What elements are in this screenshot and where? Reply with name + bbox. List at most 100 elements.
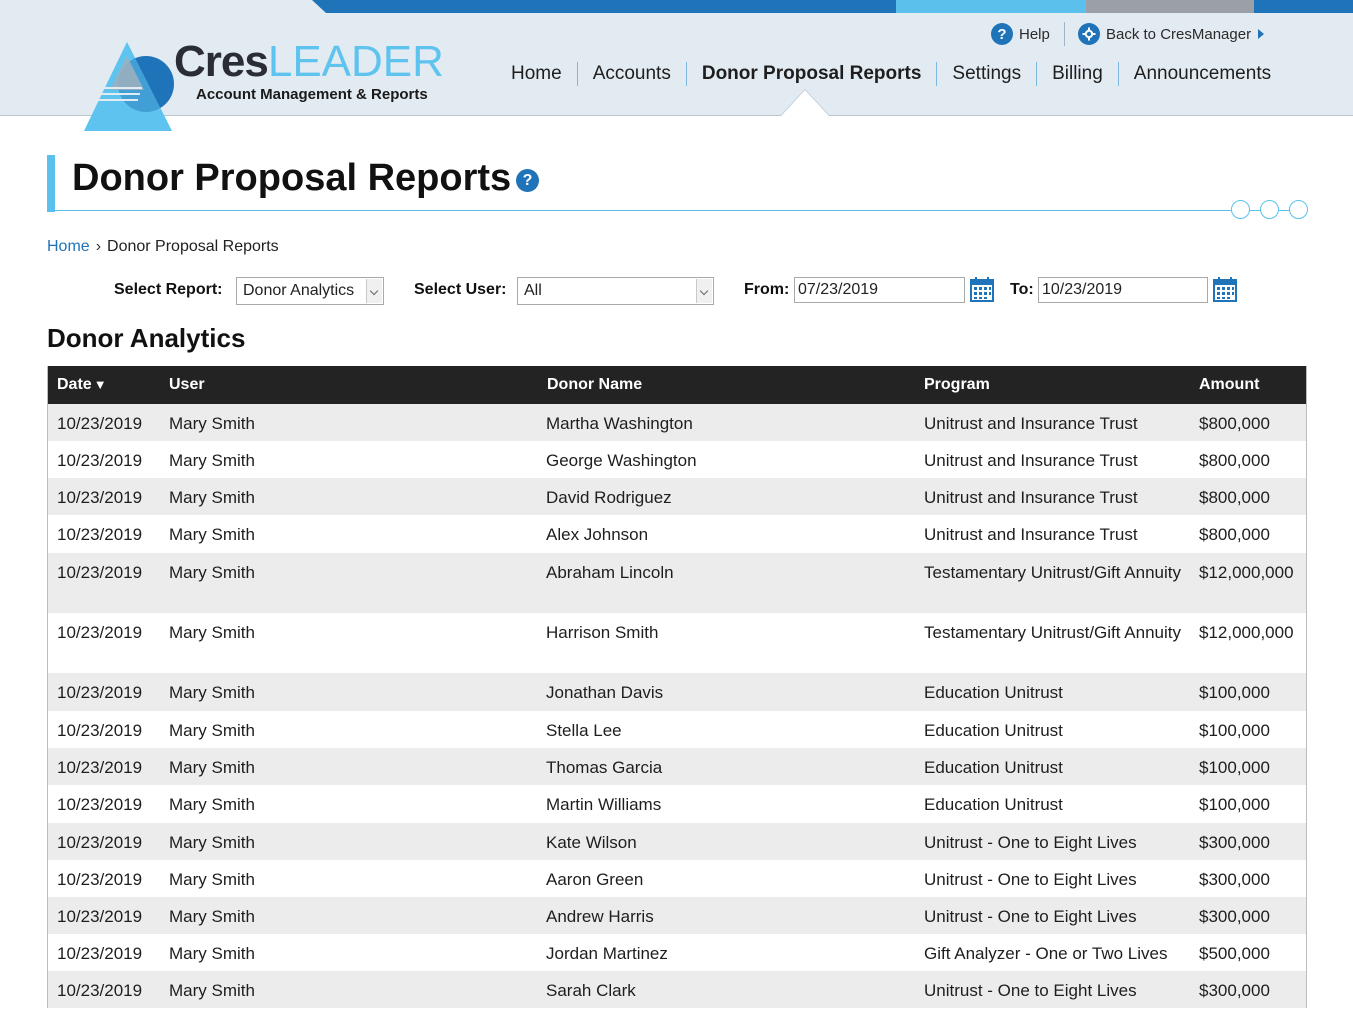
cell-donor-name: Martha Washington (546, 414, 693, 433)
question-mark-icon[interactable]: ? (516, 169, 539, 192)
cell-program: Unitrust and Insurance Trust (924, 525, 1138, 544)
help-link[interactable]: ? Help (991, 21, 1050, 47)
nav-home[interactable]: Home (496, 62, 577, 86)
cell-user: Mary Smith (169, 623, 255, 642)
cell-user: Mary Smith (169, 525, 255, 544)
cell-program: Education Unitrust (924, 683, 1063, 702)
cell-amount: $100,000 (1199, 758, 1270, 777)
breadcrumb-separator: › (95, 238, 102, 255)
cell-amount: $800,000 (1199, 488, 1270, 507)
cell-donor-name: Aaron Green (546, 870, 644, 889)
cell-program: Testamentary Unitrust/Gift Annuity (924, 623, 1181, 642)
top-accent-bar (1254, 0, 1353, 13)
cell-user: Mary Smith (169, 414, 255, 433)
cell-date: 10/23/2019 (57, 870, 143, 889)
nav-announcements[interactable]: Announcements (1117, 62, 1286, 86)
cell-program: Education Unitrust (924, 758, 1063, 777)
cell-date: 10/23/2019 (57, 683, 143, 702)
cell-program: Education Unitrust (924, 795, 1063, 814)
help-link-label: Help (1019, 25, 1050, 43)
select-report-dropdown[interactable]: Donor Analytics (236, 277, 384, 305)
select-user-label: Select User: (414, 281, 507, 298)
cell-amount: $300,000 (1199, 907, 1270, 926)
main-nav: Home Accounts Donor Proposal Reports Set… (496, 60, 1286, 88)
calendar-icon[interactable] (1213, 277, 1237, 302)
cell-donor-name: Harrison Smith (546, 623, 659, 642)
column-header-program[interactable]: Program (924, 366, 990, 404)
cell-user: Mary Smith (169, 488, 255, 507)
cell-user: Mary Smith (169, 721, 255, 740)
table-row: 10/23/2019 Mary Smith Stella Lee Education … (48, 711, 1306, 748)
donor-analytics-table: Date ▼ User Donor Name Program Amount 10/… (47, 366, 1307, 1008)
chevron-down-icon (366, 279, 382, 303)
cell-user: Mary Smith (169, 981, 255, 1000)
cell-amount: $800,000 (1199, 451, 1270, 470)
table-row: 10/23/2019 Mary Smith Alex Johnson Unitrust… (48, 515, 1306, 553)
table-row: 10/23/2019 Mary Smith Martha Washington Uni… (48, 404, 1306, 441)
cell-date: 10/23/2019 (57, 721, 143, 740)
cell-user: Mary Smith (169, 944, 255, 963)
chevron-down-icon (696, 279, 712, 303)
column-header-user[interactable]: User (169, 366, 205, 404)
utility-divider (1064, 22, 1065, 46)
breadcrumb-home-link[interactable]: Home (47, 238, 90, 255)
logo-triangle-icon (84, 42, 174, 131)
cell-donor-name: Abraham Lincoln (546, 563, 674, 582)
back-to-cresmanager-link[interactable]: Back to CresManager (1078, 21, 1265, 47)
table-row: 10/23/2019 Mary Smith George Washington Uni… (48, 441, 1306, 478)
top-accent-bar (896, 0, 1086, 13)
to-date-label: To: (1010, 281, 1034, 298)
table-row: 10/23/2019 Mary Smith David Rodriguez Unitr… (48, 478, 1306, 515)
cell-date: 10/23/2019 (57, 414, 143, 433)
cell-donor-name: David Rodriguez (546, 488, 672, 507)
cell-date: 10/23/2019 (57, 758, 143, 777)
cell-donor-name: Jonathan Davis (546, 683, 664, 702)
cell-program: Unitrust - One to Eight Lives (924, 907, 1137, 926)
select-user-dropdown[interactable]: All (517, 277, 714, 305)
logo-wordmark-secondary: LEADER (267, 37, 444, 86)
cell-user: Mary Smith (169, 907, 255, 926)
cell-date: 10/23/2019 (57, 833, 143, 852)
nav-donor-proposal-reports[interactable]: Donor Proposal Reports (685, 62, 937, 86)
cell-amount: $100,000 (1199, 795, 1270, 814)
circle-ornament-icon (1289, 200, 1308, 219)
nav-accounts[interactable]: Accounts (576, 62, 686, 86)
column-header-donor-name[interactable]: Donor Name (547, 366, 642, 404)
cell-date: 10/23/2019 (57, 623, 143, 642)
column-header-amount[interactable]: Amount (1199, 366, 1259, 404)
select-report-label: Select Report: (114, 281, 223, 298)
section-title: Donor Analytics (47, 323, 246, 353)
circle-ornament-icon (1260, 200, 1279, 219)
select-user-value: All (524, 282, 542, 299)
cell-donor-name: George Washington (546, 451, 697, 470)
nav-billing[interactable]: Billing (1036, 62, 1118, 86)
cell-amount: $100,000 (1199, 683, 1270, 702)
table-row: 10/23/2019 Mary Smith Harrison Smith Testam… (48, 613, 1306, 673)
circle-ornament-icon (1231, 200, 1250, 219)
logo-wordmark: CresLEADER (174, 38, 444, 86)
to-date-input[interactable]: 10/23/2019 (1038, 277, 1208, 303)
from-date-label: From: (744, 281, 790, 298)
table-header: Date ▼ User Donor Name Program Amount (48, 366, 1306, 404)
cell-date: 10/23/2019 (57, 944, 143, 963)
cell-donor-name: Stella Lee (546, 721, 622, 740)
table-row: 10/23/2019 Mary Smith Thomas Garcia Educati… (48, 748, 1306, 785)
active-nav-indicator (780, 89, 830, 116)
from-date-input[interactable]: 07/23/2019 (794, 277, 965, 303)
cell-program: Unitrust - One to Eight Lives (924, 870, 1137, 889)
nav-settings[interactable]: Settings (936, 62, 1036, 86)
table-row: 10/23/2019 Mary Smith Jordan Martinez Gift … (48, 934, 1306, 971)
cell-program: Unitrust and Insurance Trust (924, 414, 1138, 433)
column-header-date-label: Date (57, 376, 92, 393)
table-body: 10/23/2019 Mary Smith Martha Washington Uni… (48, 404, 1306, 1008)
cell-amount: $12,000,000 (1199, 563, 1294, 582)
table-row: 10/23/2019 Mary Smith Jonathan Davis Educat… (48, 673, 1306, 711)
gear-icon (1078, 23, 1100, 45)
column-header-date[interactable]: Date ▼ (57, 366, 107, 404)
table-row: 10/23/2019 Mary Smith Martin Williams Educa… (48, 785, 1306, 823)
calendar-icon[interactable] (970, 277, 994, 302)
cell-user: Mary Smith (169, 683, 255, 702)
cell-donor-name: Alex Johnson (546, 525, 649, 544)
cresleader-logo[interactable]: CresLEADER Account Management & Reports (82, 38, 462, 134)
cell-donor-name: Martin Williams (546, 795, 662, 814)
